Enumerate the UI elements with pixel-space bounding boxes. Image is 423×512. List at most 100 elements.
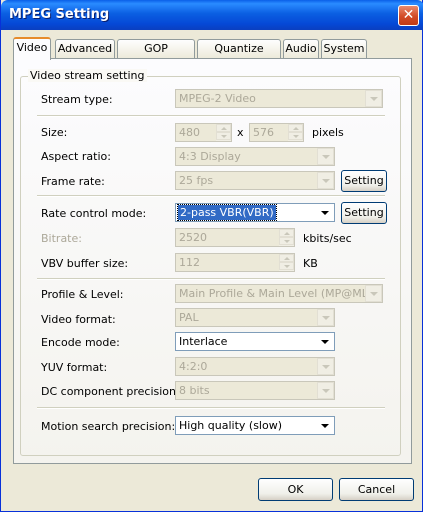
aspect-ratio-dropdown-button[interactable] <box>317 148 334 165</box>
title-bar[interactable]: MPEG Setting ✕ <box>1 0 423 30</box>
encode-mode-label: Encode mode: <box>41 336 120 349</box>
spinner-buttons[interactable] <box>279 229 294 246</box>
chevron-down-icon <box>322 389 330 393</box>
rate-control-mode-combo[interactable]: 2-pass VBR(VBR) <box>175 203 335 222</box>
size-x-label: x <box>237 126 244 139</box>
motion-search-combo[interactable]: High quality (slow) <box>175 416 335 435</box>
tab-advanced[interactable]: Advanced <box>55 39 115 59</box>
chevron-down-icon <box>322 365 330 369</box>
stream-type-combo[interactable]: MPEG-2 Video <box>175 89 383 108</box>
yuv-format-label: YUV format: <box>41 361 108 374</box>
chevron-down-icon <box>322 155 330 159</box>
video-format-combo[interactable]: PAL <box>175 308 335 327</box>
yuv-format-value: 4:2:0 <box>179 360 208 373</box>
rate-control-mode-label: Rate control mode: <box>41 207 147 220</box>
aspect-ratio-combo[interactable]: 4:3 Display <box>175 147 335 166</box>
dc-precision-combo[interactable]: 8 bits <box>175 381 335 400</box>
stream-type-value: MPEG-2 Video <box>179 92 256 105</box>
spin-down-button[interactable] <box>216 132 231 140</box>
arrow-up-icon <box>284 232 290 235</box>
separator <box>37 195 385 197</box>
close-icon: ✕ <box>402 7 415 23</box>
spin-up-button[interactable] <box>216 124 231 132</box>
stream-type-dropdown-button[interactable] <box>365 90 382 107</box>
cancel-button[interactable]: Cancel <box>339 478 414 501</box>
chevron-down-icon <box>321 340 329 344</box>
spin-down-button[interactable] <box>279 262 294 270</box>
video-format-label: Video format: <box>41 313 116 326</box>
profile-level-combo[interactable]: Main Profile & Main Level (MP@ML) <box>175 284 383 303</box>
spin-up-button[interactable] <box>279 254 294 262</box>
vbv-buffer-size-spinner[interactable]: 112 <box>175 253 295 272</box>
dc-precision-value: 8 bits <box>179 384 210 397</box>
arrow-up-icon <box>293 127 299 130</box>
frame-rate-setting-button[interactable]: Setting <box>341 170 387 192</box>
video-format-value: PAL <box>179 311 199 324</box>
separator <box>37 115 385 117</box>
tab-system[interactable]: System <box>321 39 367 59</box>
chevron-down-icon <box>322 316 330 320</box>
dc-precision-label: DC component precision: <box>41 385 180 398</box>
chevron-down-icon <box>322 179 330 183</box>
bitrate-value: 2520 <box>179 231 207 244</box>
stream-type-label: Stream type: <box>41 93 113 106</box>
arrow-up-icon <box>221 127 227 130</box>
tab-quantize-matrix[interactable]: Quantize matrix <box>197 39 281 73</box>
arrow-down-icon <box>284 265 290 268</box>
ok-button[interactable]: OK <box>258 478 333 501</box>
size-label: Size: <box>41 126 68 139</box>
frame-rate-dropdown-button[interactable] <box>317 172 334 189</box>
size-unit-label: pixels <box>312 126 344 139</box>
rate-control-mode-value: 2-pass VBR(VBR) <box>177 204 277 221</box>
separator <box>37 407 385 409</box>
spin-down-button[interactable] <box>288 132 303 140</box>
chevron-down-icon <box>321 424 329 428</box>
size-width-spinner[interactable]: 480 <box>175 123 232 142</box>
motion-search-value: High quality (slow) <box>179 419 283 432</box>
rate-control-setting-button[interactable]: Setting <box>341 202 387 224</box>
bitrate-spinner[interactable]: 2520 <box>175 228 295 247</box>
arrow-down-icon <box>293 135 299 138</box>
rate-control-dropdown-button[interactable] <box>317 204 334 221</box>
spin-down-button[interactable] <box>279 237 294 245</box>
tab-audio[interactable]: Audio <box>283 39 319 59</box>
close-button[interactable]: ✕ <box>398 5 419 26</box>
separator <box>37 278 385 280</box>
profile-level-value: Main Profile & Main Level (MP@ML) <box>179 287 373 300</box>
spinner-buttons[interactable] <box>288 124 303 141</box>
encode-mode-dropdown-button[interactable] <box>317 333 334 350</box>
aspect-ratio-value: 4:3 Display <box>179 150 241 163</box>
arrow-down-icon <box>221 135 227 138</box>
aspect-ratio-label: Aspect ratio: <box>41 150 111 163</box>
frame-rate-value: 25 fps <box>179 174 214 187</box>
spin-up-button[interactable] <box>288 124 303 132</box>
spinner-buttons[interactable] <box>216 124 231 141</box>
window-title: MPEG Setting <box>9 7 110 22</box>
groupbox-label: Video stream setting <box>28 69 147 82</box>
size-height-spinner[interactable]: 576 <box>249 123 304 142</box>
motion-search-dropdown-button[interactable] <box>317 417 334 434</box>
profile-level-label: Profile & Level: <box>41 288 124 301</box>
dc-precision-dropdown-button[interactable] <box>317 382 334 399</box>
mpeg-setting-dialog: MPEG Setting ✕ Video Advanced GOP struct… <box>0 0 423 512</box>
spin-up-button[interactable] <box>279 229 294 237</box>
arrow-up-icon <box>284 257 290 260</box>
chevron-down-icon <box>370 292 378 296</box>
chevron-down-icon <box>321 211 329 215</box>
tab-gop-structure[interactable]: GOP structure <box>117 39 195 73</box>
tab-video[interactable]: Video <box>13 37 51 60</box>
vbv-unit-label: KB <box>303 257 318 270</box>
arrow-down-icon <box>284 240 290 243</box>
frame-rate-label: Frame rate: <box>41 175 105 188</box>
yuv-format-dropdown-button[interactable] <box>317 358 334 375</box>
vbv-buffer-size-value: 112 <box>179 256 200 269</box>
frame-rate-combo[interactable]: 25 fps <box>175 171 335 190</box>
encode-mode-combo[interactable]: Interlace <box>175 332 335 351</box>
video-format-dropdown-button[interactable] <box>317 309 334 326</box>
bitrate-label: Bitrate: <box>41 232 82 245</box>
size-height-value: 576 <box>253 126 274 139</box>
yuv-format-combo[interactable]: 4:2:0 <box>175 357 335 376</box>
profile-dropdown-button[interactable] <box>365 285 382 302</box>
spinner-buttons[interactable] <box>279 254 294 271</box>
encode-mode-value: Interlace <box>179 335 228 348</box>
